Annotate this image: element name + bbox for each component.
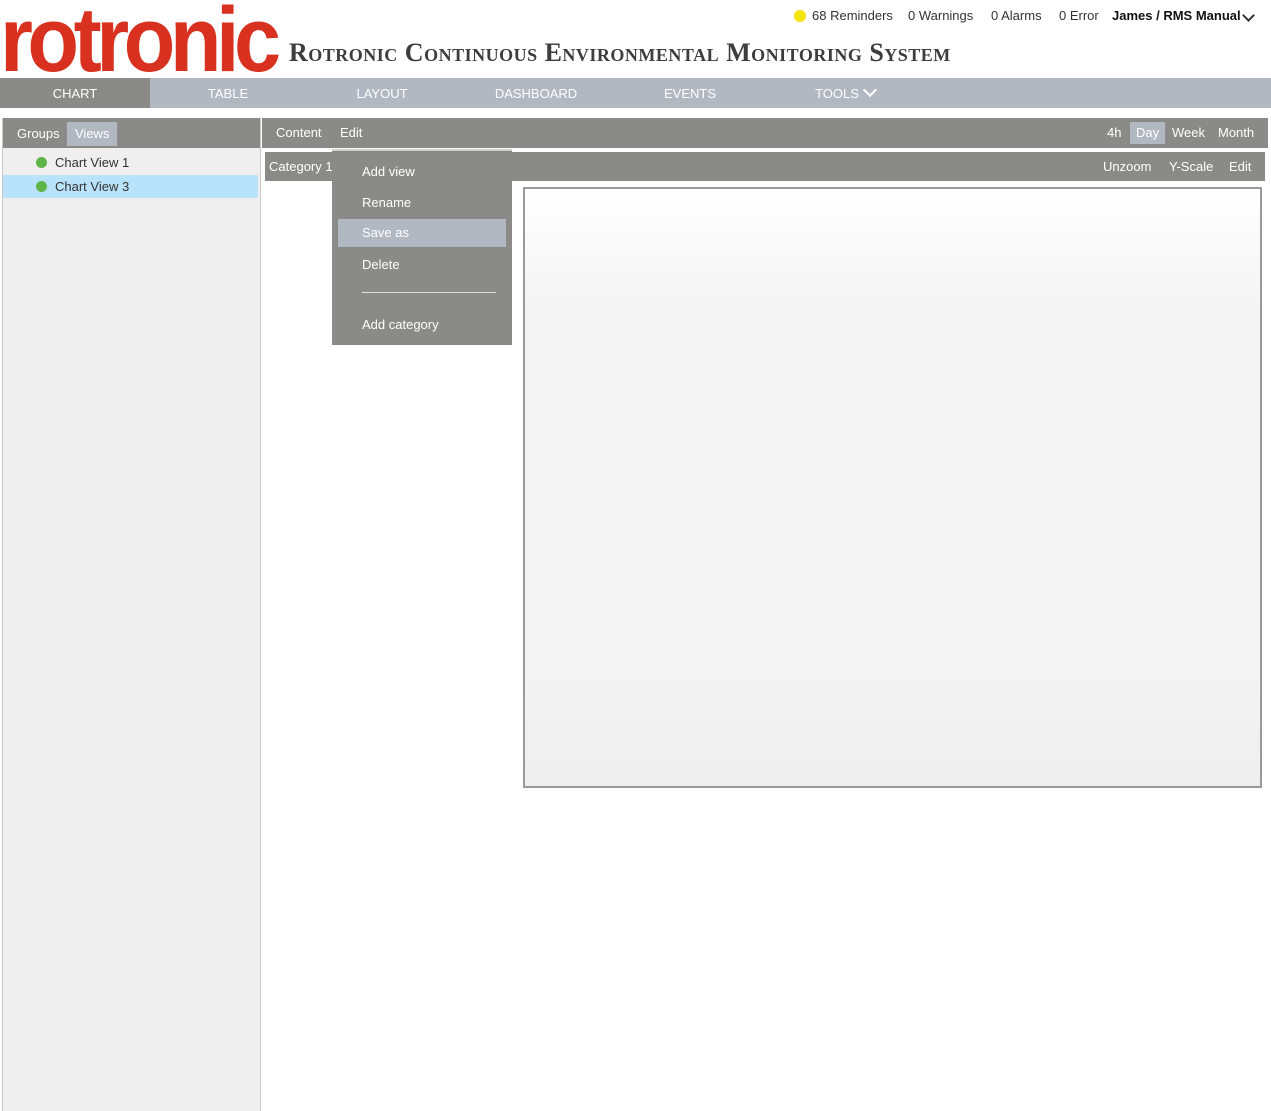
category-edit-button[interactable]: Edit [1229,152,1251,181]
tab-layout[interactable]: Layout [342,78,422,108]
sidebar-tab-groups[interactable]: Groups [9,122,68,146]
app-title: Rotronic Continuous Environmental Monito… [289,38,951,67]
menu-item-add-category[interactable]: Add category [338,311,506,339]
menu-item-save-as[interactable]: Save as [338,219,506,247]
user-menu[interactable]: James / RMS Manual [1112,8,1241,23]
tab-events[interactable]: Events [650,78,730,108]
warnings-link[interactable]: 0 Warnings [908,8,973,23]
sidebar: Groups Views Chart View 1 Chart View 3 [2,118,261,1111]
content-button[interactable]: Content [276,118,322,148]
content-toolbar: Content Edit 4h Day Week Month [262,118,1268,148]
status-dot-icon [36,157,47,168]
range-week-button[interactable]: Week [1166,122,1211,144]
tab-table[interactable]: Table [188,78,268,108]
tab-tools[interactable]: Tools [805,78,885,108]
unzoom-button[interactable]: Unzoom [1103,152,1151,181]
sidebar-tab-views[interactable]: Views [67,122,118,146]
y-scale-button[interactable]: Y-Scale [1169,152,1213,181]
menu-item-add-view[interactable]: Add view [338,158,506,186]
tab-tools-label: Tools [815,86,859,101]
reminder-status-icon [794,10,806,22]
sidebar-header: Groups Views [3,118,260,148]
menu-divider [362,292,496,293]
status-dot-icon [36,181,47,192]
range-4h-button[interactable]: 4h [1101,122,1127,144]
edit-dropdown-menu: Add view Rename Save as Delete Add categ… [332,149,512,345]
chevron-down-icon[interactable] [1242,9,1255,22]
main-nav: Chart Table Layout Dashboard Events Tool… [0,78,1271,108]
errors-link[interactable]: 0 Error [1059,8,1099,23]
category-title: Category 1 [269,159,333,174]
range-month-button[interactable]: Month [1212,122,1260,144]
edit-button[interactable]: Edit [340,118,362,148]
chart-canvas[interactable] [523,187,1262,788]
sidebar-item-label: Chart View 1 [55,155,130,170]
menu-item-rename[interactable]: Rename [338,189,506,217]
sidebar-item-chart-view-3[interactable]: Chart View 3 [3,175,258,198]
menu-item-delete[interactable]: Delete [338,251,506,279]
reminders-link[interactable]: 68 Reminders [812,8,893,23]
alarms-link[interactable]: 0 Alarms [991,8,1042,23]
tab-dashboard[interactable]: Dashboard [486,78,586,108]
status-bar: 68 Reminders 0 Warnings 0 Alarms 0 Error… [0,8,1262,26]
range-day-button[interactable]: Day [1130,122,1166,144]
chevron-down-icon [862,82,877,98]
sidebar-item-label: Chart View 3 [55,179,130,194]
tab-chart[interactable]: Chart [0,78,150,108]
sidebar-item-chart-view-1[interactable]: Chart View 1 [3,151,258,174]
